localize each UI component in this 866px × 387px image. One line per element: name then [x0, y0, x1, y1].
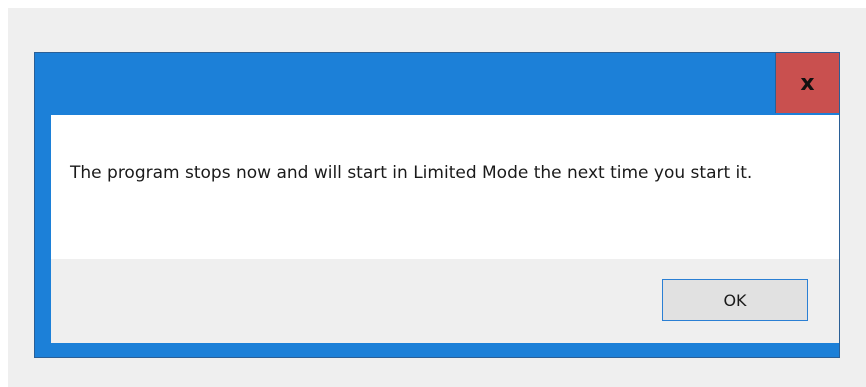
dialog-window: x The program stops now and will start i…	[34, 52, 840, 358]
close-button[interactable]: x	[775, 53, 839, 113]
ok-button-label: OK	[723, 290, 747, 310]
dialog-body: The program stops now and will start in …	[51, 115, 839, 343]
ok-button[interactable]: OK	[662, 279, 808, 321]
dialog-footer: OK	[51, 259, 839, 343]
dialog-message: The program stops now and will start in …	[70, 163, 753, 183]
close-icon: x	[800, 70, 815, 96]
